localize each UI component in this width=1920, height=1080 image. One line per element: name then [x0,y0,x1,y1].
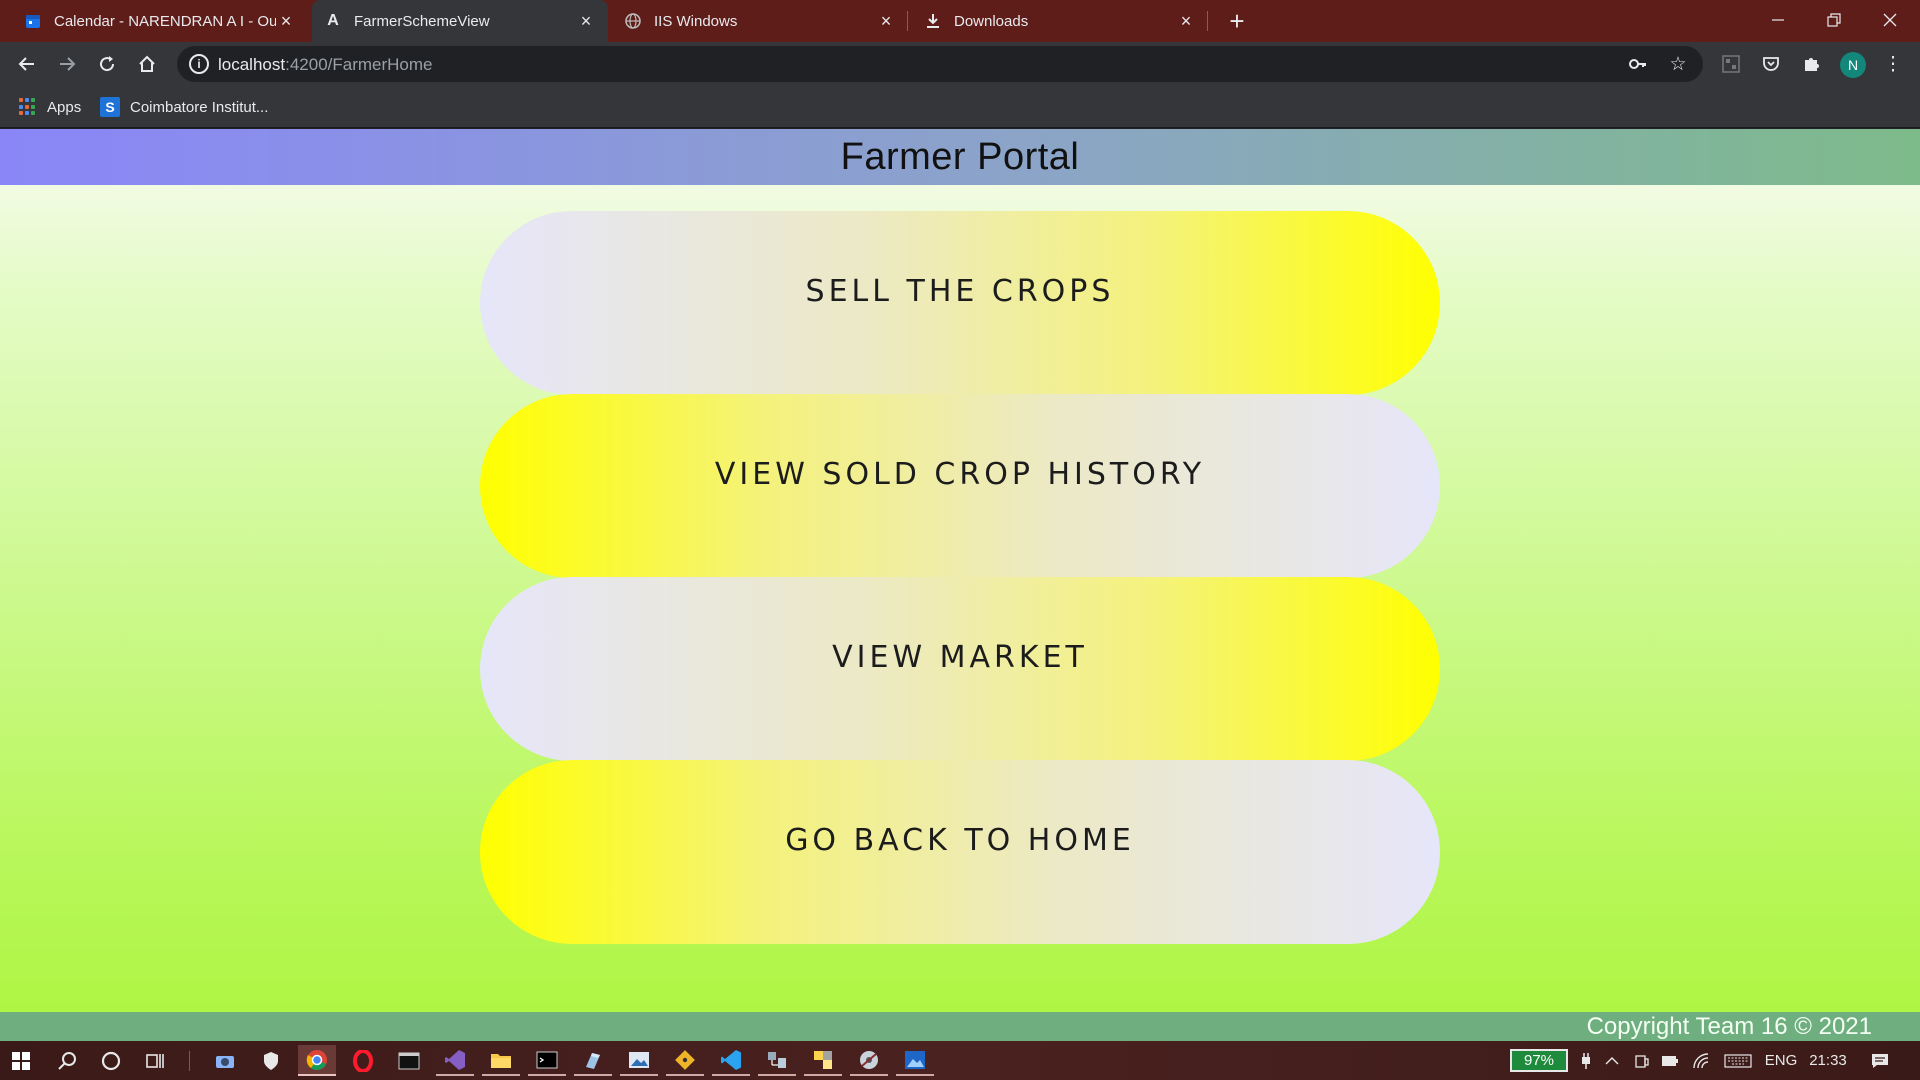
bookmark-label: Apps [47,98,82,116]
reload-button[interactable] [91,48,123,80]
image-viewer-icon[interactable] [620,1045,658,1076]
bookmark-label: Coimbatore Institut... [130,98,269,116]
page-footer: Copyright Team 16 © 2021 [0,1012,1920,1041]
button-label: GO BACK TO HOME [785,822,1135,858]
taskbar-divider [189,1051,190,1071]
opera-icon[interactable] [344,1045,382,1076]
bookmark-coimbatore[interactable]: S Coimbatore Institut... [100,95,268,119]
chrome-icon[interactable] [298,1045,336,1076]
s-logo-icon: S [100,97,120,117]
close-icon[interactable]: × [876,11,896,31]
shield-icon[interactable] [252,1045,290,1076]
new-tab-button[interactable]: + [1222,6,1252,36]
close-icon[interactable]: × [1176,11,1196,31]
page-title: Farmer Portal [840,135,1080,178]
farmer-menu: SELL THE CROPS VIEW SOLD CROP HISTORY VI… [480,211,1440,944]
view-sold-crop-history-button[interactable]: VIEW SOLD CROP HISTORY [480,394,1440,578]
home-button[interactable] [131,48,163,80]
tab-title: IIS Windows [654,12,738,30]
clock[interactable]: 21:33 [1808,1049,1848,1072]
bookmarks-bar: Apps S Coimbatore Institut... [0,87,1920,128]
tab-downloads[interactable]: Downloads × [912,0,1208,42]
go-back-home-button[interactable]: GO BACK TO HOME [480,760,1440,944]
notification-icon[interactable] [1866,1049,1894,1072]
search-icon[interactable] [48,1045,86,1076]
browser-toolbar: i localhost:4200/FarmerHome ☆ N ⋮ [0,42,1920,87]
chevron-up-icon[interactable] [1602,1049,1622,1072]
back-button[interactable] [11,48,43,80]
tab-divider [907,11,908,31]
button-label: VIEW SOLD CROP HISTORY [714,456,1206,492]
bookmark-apps[interactable]: Apps [19,95,81,119]
terminal-icon[interactable] [390,1045,428,1076]
menu-kebab-icon[interactable]: ⋮ [1880,51,1906,77]
profile-avatar[interactable]: N [1840,52,1866,78]
sticky-notes-icon[interactable] [804,1045,842,1076]
command-prompt-icon[interactable] [528,1045,566,1076]
tab-calendar[interactable]: Calendar - NARENDRAN A I - Ou × [12,0,308,42]
forward-button[interactable] [51,48,83,80]
button-label: VIEW MARKET [832,639,1088,675]
cortana-icon[interactable] [92,1045,130,1076]
download-icon [924,12,942,30]
angular-icon: A [327,12,339,29]
sql-tool-icon[interactable] [574,1045,612,1076]
url-text: localhost:4200/FarmerHome [218,55,433,74]
power-plug-icon[interactable] [1576,1049,1596,1072]
view-market-button[interactable]: VIEW MARKET [480,577,1440,761]
tab-iis-windows[interactable]: IIS Windows × [612,0,908,42]
calendar-icon [24,12,42,30]
disk-utility-icon[interactable] [850,1045,888,1076]
visual-studio-icon[interactable] [436,1045,474,1076]
network-app-icon[interactable] [758,1045,796,1076]
restore-button[interactable] [1806,0,1862,40]
minimize-button[interactable] [1750,0,1806,40]
button-label: SELL THE CROPS [805,273,1115,309]
site-info-icon[interactable]: i [189,54,209,74]
browser-tab-strip: Calendar - NARENDRAN A I - Ou × A Farmer… [0,0,1920,42]
page-header: Farmer Portal [0,129,1920,185]
tab-farmerschemeview[interactable]: A FarmerSchemeView × [312,0,608,42]
battery-indicator[interactable]: 97% [1510,1049,1568,1072]
copyright-text: Copyright Team 16 © 2021 [1586,1012,1872,1040]
extensions-puzzle-icon[interactable] [1798,51,1824,77]
start-windows-icon[interactable] [2,1045,40,1076]
keyboard-icon[interactable] [1722,1049,1754,1072]
language-indicator[interactable]: ENG [1764,1049,1798,1072]
globe-icon [624,12,642,30]
windows-taskbar: 97% ENG 21:33 [0,1041,1920,1080]
apps-grid-icon [19,98,37,116]
sell-crops-button[interactable]: SELL THE CROPS [480,211,1440,395]
battery-icon[interactable] [1660,1049,1680,1072]
device-icon[interactable] [1632,1049,1652,1072]
address-bar[interactable]: i localhost:4200/FarmerHome ☆ [177,46,1703,82]
pocket-icon[interactable] [1758,51,1784,77]
vscode-icon[interactable] [712,1045,750,1076]
camera-app-icon[interactable] [206,1045,244,1076]
task-view-icon[interactable] [136,1045,174,1076]
git-icon[interactable] [666,1045,704,1076]
key-icon[interactable] [1627,53,1649,75]
tab-divider [1207,11,1208,31]
photos-app-icon[interactable] [896,1045,934,1076]
page-viewport: Farmer Portal SELL THE CROPS VIEW SOLD C… [0,129,1920,1041]
close-window-button[interactable] [1862,0,1918,40]
tab-title: Calendar - NARENDRAN A I - Ou [54,12,276,30]
close-icon[interactable]: × [276,11,296,31]
wifi-icon[interactable] [1692,1049,1712,1072]
close-icon[interactable]: × [576,11,596,31]
file-explorer-icon[interactable] [482,1045,520,1076]
tab-title: FarmerSchemeView [354,12,490,30]
extension-grid-icon[interactable] [1718,51,1744,77]
tab-title: Downloads [954,12,1029,30]
bookmark-star-icon[interactable]: ☆ [1667,53,1689,75]
